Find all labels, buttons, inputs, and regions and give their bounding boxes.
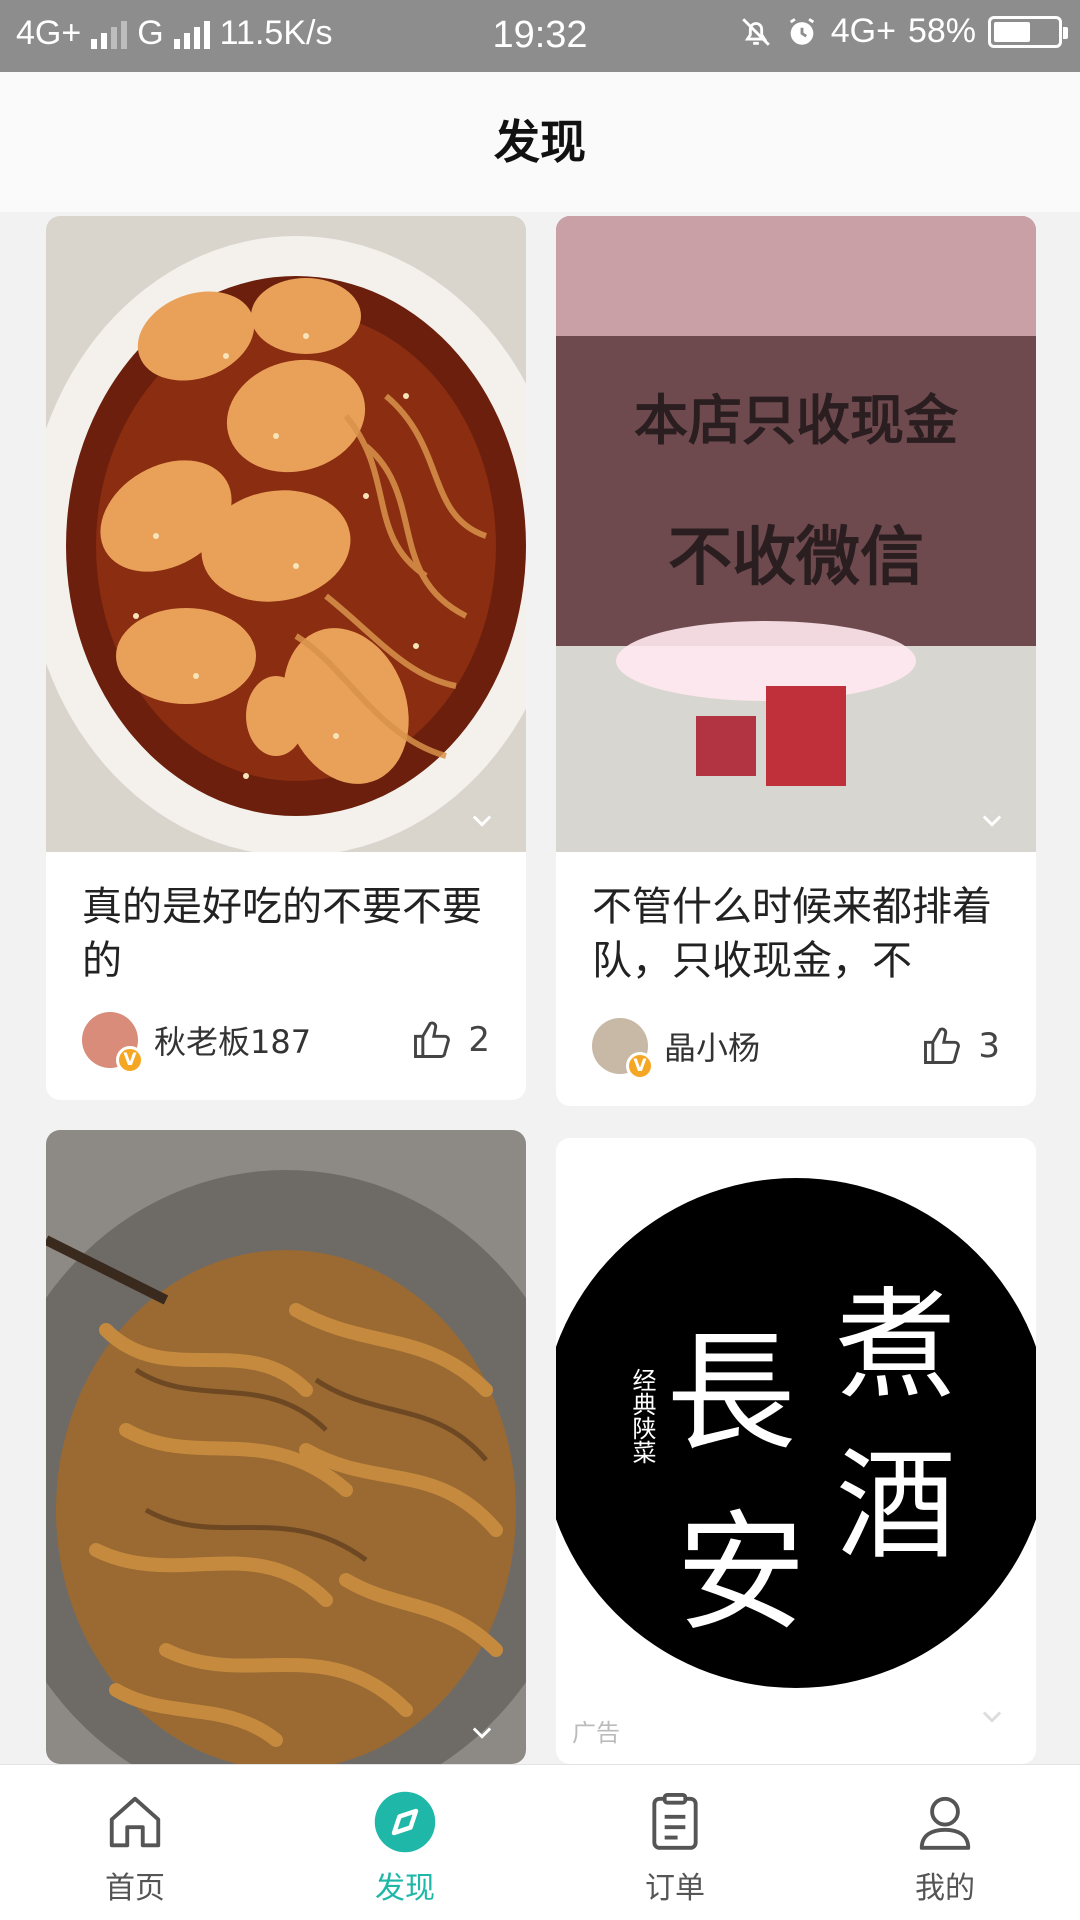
logo-subtitle: 经典陕菜	[628, 1368, 656, 1464]
nav-profile[interactable]: 我的	[810, 1765, 1080, 1920]
food-photo-noodles[interactable]	[46, 216, 526, 852]
nav-orders[interactable]: 订单	[540, 1765, 810, 1920]
feed-card-2[interactable]: 本店只收现金 不收微信 不管什么时候来都排着队，只收现金，不 V 晶小杨 3	[556, 216, 1036, 1106]
battery-icon	[988, 15, 1068, 48]
logo-char-3: 煮	[836, 1277, 956, 1416]
chevron-down-icon[interactable]	[468, 806, 496, 834]
battery-fill	[994, 21, 1030, 42]
like-count: 2	[468, 1020, 490, 1060]
battery-percent: 58%	[907, 12, 976, 50]
profile-icon	[912, 1789, 978, 1855]
chevron-down-icon[interactable]	[978, 1702, 1006, 1730]
nav-discover[interactable]: 发现	[270, 1765, 540, 1920]
chevron-down-icon[interactable]	[468, 1718, 496, 1746]
logo-char-4: 酒	[836, 1437, 956, 1576]
alarm-icon	[789, 17, 814, 45]
feed-card-1[interactable]: 真的是好吃的不要不要的 V 秋老板187 2	[46, 216, 526, 1100]
nav-label: 订单	[645, 1871, 705, 1906]
username[interactable]: 秋老板187	[154, 1017, 410, 1063]
ad-logo[interactable]: 長 安 煮 酒 经典陕菜	[556, 1138, 1036, 1698]
compass-icon	[372, 1789, 438, 1855]
shop-sign-photo[interactable]: 本店只收现金 不收微信	[556, 216, 1036, 852]
order-icon	[642, 1789, 708, 1855]
logo-char-1: 長	[666, 1317, 797, 1469]
card-title[interactable]: 不管什么时候来都排着队，只收现金，不	[592, 880, 1000, 988]
nav-label: 发现	[375, 1871, 435, 1906]
bottom-navigation: 首页 发现 订单 我的	[0, 1764, 1080, 1920]
username[interactable]: 晶小杨	[664, 1023, 920, 1069]
card-title[interactable]: 真的是好吃的不要不要的	[82, 880, 490, 988]
food-photo-tofu-skin[interactable]	[46, 1130, 526, 1764]
verified-badge: V	[626, 1052, 654, 1080]
sign-text-line-2: 不收微信	[668, 521, 924, 595]
page-header: 发现	[0, 72, 1080, 212]
card-meta: V 晶小杨 3	[592, 1016, 1000, 1080]
mute-bell-icon	[741, 17, 770, 46]
nav-label: 我的	[915, 1871, 975, 1906]
like-count: 3	[978, 1026, 1000, 1066]
status-right: 4G+ 58%	[739, 12, 1068, 51]
thumbs-up-icon	[414, 1021, 451, 1058]
thumbs-up-icon	[924, 1027, 961, 1064]
card-meta: V 秋老板187 2	[82, 1010, 490, 1074]
avatar[interactable]: V	[592, 1018, 654, 1080]
sign-text-line-1: 本店只收现金	[634, 389, 958, 452]
nav-home[interactable]: 首页	[0, 1765, 270, 1920]
ad-card[interactable]: 長 安 煮 酒 经典陕菜 广告	[556, 1138, 1036, 1764]
avatar[interactable]: V	[82, 1012, 144, 1074]
home-icon	[102, 1789, 168, 1855]
page-title: 发现	[494, 115, 586, 169]
ad-label: 广告	[572, 1719, 620, 1747]
verified-badge: V	[116, 1046, 144, 1074]
network-type-3: 4G+	[830, 12, 896, 50]
like-button[interactable]: 3	[920, 1024, 1000, 1068]
nav-label: 首页	[105, 1871, 165, 1906]
status-bar: 4G+ G 11.5K/s 19:32 4G+ 58%	[0, 0, 1080, 72]
logo-char-2: 安	[676, 1497, 807, 1649]
chevron-down-icon[interactable]	[978, 806, 1006, 834]
feed-card-3[interactable]	[46, 1130, 526, 1764]
like-button[interactable]: 2	[410, 1018, 490, 1062]
